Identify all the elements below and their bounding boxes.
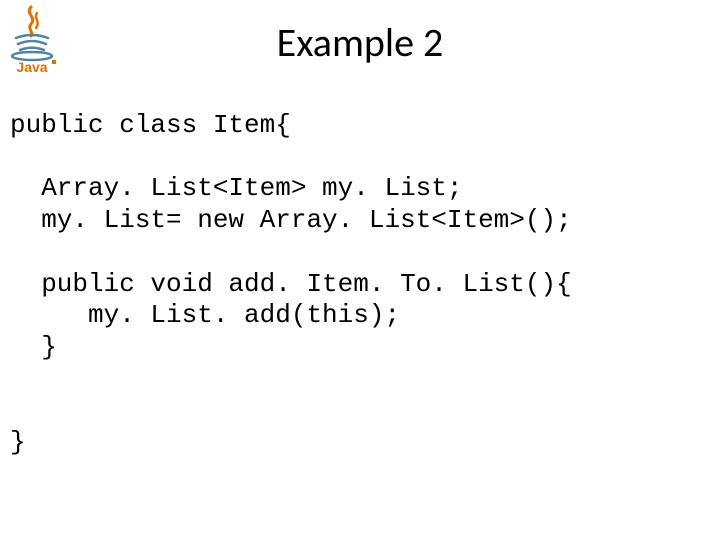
code-block: public class Item{ Array. List<Item> my.… <box>10 110 710 459</box>
code-line: } <box>10 427 26 457</box>
code-line: my. List= new Array. List<Item>(); <box>10 205 572 235</box>
code-line: } <box>10 332 57 362</box>
slide: Java Example 2 public class Item{ Array.… <box>0 0 720 540</box>
code-line: public void add. Item. To. List(){ <box>10 269 572 299</box>
code-line: Array. List<Item> my. List; <box>10 173 462 203</box>
code-line: public class Item{ <box>10 110 291 140</box>
slide-title: Example 2 <box>0 18 720 67</box>
code-line: my. List. add(this); <box>10 300 400 330</box>
